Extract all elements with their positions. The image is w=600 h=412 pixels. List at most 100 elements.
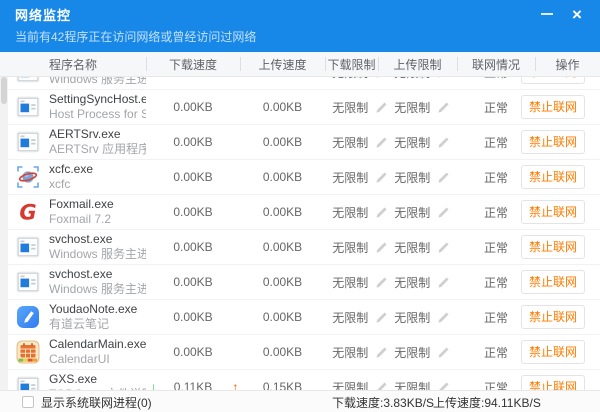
program-description: Host Process for Setti... xyxy=(49,107,146,122)
program-exe-name: AERTSrv.exe xyxy=(49,127,146,142)
program-description: Windows 服务主进程 xyxy=(49,282,146,297)
edit-upload-limit-icon[interactable] xyxy=(437,276,450,289)
edit-download-limit-icon[interactable] xyxy=(375,311,388,324)
block-network-dropdown[interactable] xyxy=(584,376,585,390)
block-network-dropdown[interactable] xyxy=(584,306,585,328)
download-speed-value: 0.00KB xyxy=(173,100,212,114)
status-banner: 当前有42程序正在访问网络或曾经访问过网络 xyxy=(0,28,600,52)
block-network-button[interactable]: 禁止联网 xyxy=(522,376,584,390)
header-download-limit: 下载限制 xyxy=(325,56,378,73)
svg-text:G: G xyxy=(19,201,36,225)
upload-limit-value: 无限制 xyxy=(394,169,430,186)
edit-download-limit-icon[interactable] xyxy=(375,206,388,219)
action-cell: 禁止联网 xyxy=(535,130,600,154)
block-network-button-group: 禁止联网 xyxy=(521,235,585,259)
upload-speed-cell: ↑ 0.00KB xyxy=(240,100,325,114)
download-speed-cell: ↓ 0.00KB xyxy=(146,345,240,359)
download-speed-value: 0.00KB xyxy=(173,205,212,219)
block-network-button-group: 禁止联网 xyxy=(521,305,585,329)
block-network-button[interactable]: 禁止联网 xyxy=(522,166,584,188)
block-network-dropdown[interactable] xyxy=(584,201,585,223)
block-network-dropdown[interactable] xyxy=(584,131,585,153)
table-row: SettingSyncHost.exe Host Process for Set… xyxy=(0,90,600,125)
edit-upload-limit-icon[interactable] xyxy=(437,136,450,149)
windows-service-icon xyxy=(16,375,40,390)
edit-upload-limit-icon[interactable] xyxy=(437,101,450,114)
show-system-processes-toggle[interactable]: 显示系统联网进程(0) xyxy=(22,391,152,412)
edit-download-limit-icon[interactable] xyxy=(375,241,388,254)
block-network-button[interactable]: 禁止联网 xyxy=(522,201,584,223)
upload-speed-value: 0.00KB xyxy=(263,170,302,184)
edit-upload-limit-icon[interactable] xyxy=(437,171,450,184)
windows-service-icon xyxy=(16,130,40,154)
edit-upload-limit-icon[interactable] xyxy=(437,346,450,359)
header-network-status: 联网情况 xyxy=(457,56,535,73)
upload-speed-value: 0.00KB xyxy=(263,205,302,219)
block-network-button-group: 禁止联网 xyxy=(521,77,585,84)
program-name-cell: svchost.exe Windows 服务主进程 xyxy=(0,77,146,87)
upload-limit-value: 无限制 xyxy=(394,239,430,256)
program-name-cell: AERTSrv.exe AERTSrv 应用程序 xyxy=(0,127,146,157)
action-cell: 禁止联网 xyxy=(535,375,600,390)
windows-service-icon xyxy=(16,270,40,294)
download-speed-value: 0.00KB xyxy=(173,135,212,149)
block-network-button[interactable]: 禁止联网 xyxy=(522,77,584,83)
xcfc-icon xyxy=(16,165,40,189)
upload-speed-cell: ↑ 0.00KB xyxy=(240,135,325,149)
block-network-dropdown[interactable] xyxy=(584,77,585,83)
block-network-button[interactable]: 禁止联网 xyxy=(522,96,584,118)
edit-download-limit-icon[interactable] xyxy=(375,136,388,149)
block-network-button[interactable]: 禁止联网 xyxy=(522,131,584,153)
download-limit-value: 无限制 xyxy=(332,77,368,81)
process-table-body: svchost.exe Windows 服务主进程 ↓ 0.00KB ↑ 0.0… xyxy=(0,77,600,390)
action-cell: 禁止联网 xyxy=(535,270,600,294)
block-network-button-group: 禁止联网 xyxy=(521,200,585,224)
download-limit-value: 无限制 xyxy=(332,309,368,326)
download-speed-cell: ↓ 0.00KB xyxy=(146,205,240,219)
total-upload-speed: 上传速度:94.11KB/S xyxy=(433,391,541,412)
block-network-button[interactable]: 禁止联网 xyxy=(522,236,584,258)
scrollbar-thumb[interactable] xyxy=(1,77,7,104)
edit-upload-limit-icon[interactable] xyxy=(437,241,450,254)
program-description: xcfc xyxy=(49,177,93,192)
close-button[interactable]: × xyxy=(562,0,592,28)
edit-download-limit-icon[interactable] xyxy=(375,276,388,289)
download-limit-value: 无限制 xyxy=(332,99,368,116)
block-network-dropdown[interactable] xyxy=(584,236,585,258)
block-network-button[interactable]: 禁止联网 xyxy=(522,306,584,328)
upload-speed-value: 0.00KB xyxy=(263,345,302,359)
block-network-dropdown[interactable] xyxy=(584,96,585,118)
edit-download-limit-icon[interactable] xyxy=(375,101,388,114)
header-download-speed: 下载速度 xyxy=(146,56,240,73)
edit-upload-limit-icon[interactable] xyxy=(437,311,450,324)
block-network-dropdown[interactable] xyxy=(584,271,585,293)
block-network-button[interactable]: 禁止联网 xyxy=(522,341,584,363)
action-cell: 禁止联网 xyxy=(535,200,600,224)
edit-upload-limit-icon[interactable] xyxy=(437,381,450,391)
edit-download-limit-icon[interactable] xyxy=(375,77,388,79)
block-network-dropdown[interactable] xyxy=(584,341,585,363)
checkbox-icon[interactable] xyxy=(22,396,34,408)
edit-download-limit-icon[interactable] xyxy=(375,171,388,184)
upload-speed-cell: ↑ 0.00KB xyxy=(240,240,325,254)
block-network-button[interactable]: 禁止联网 xyxy=(522,271,584,293)
header-action: 操作 xyxy=(535,56,600,73)
vertical-scrollbar[interactable] xyxy=(0,77,8,390)
upload-speed-cell: ↑ 0.15KB xyxy=(240,380,325,390)
edit-download-limit-icon[interactable] xyxy=(375,346,388,359)
table-row: svchost.exe Windows 服务主进程 ↓ 0.00KB ↑ 0.0… xyxy=(0,77,600,90)
program-exe-name: xcfc.exe xyxy=(49,162,93,177)
edit-download-limit-icon[interactable] xyxy=(375,381,388,391)
download-limit-value: 无限制 xyxy=(332,204,368,221)
minimize-button[interactable] xyxy=(532,0,562,28)
download-speed-value: 0.00KB xyxy=(173,170,212,184)
limits-cell: 无限制 无限制 xyxy=(325,99,457,116)
program-name-cell: YoudaoNote.exe 有道云笔记 xyxy=(0,302,146,332)
edit-upload-limit-icon[interactable] xyxy=(437,206,450,219)
windows-service-icon xyxy=(16,235,40,259)
table-row: svchost.exe Windows 服务主进程 ↓ 0.00KB ↑ 0.0… xyxy=(0,265,600,300)
block-network-dropdown[interactable] xyxy=(584,166,585,188)
limits-cell: 无限制 无限制 xyxy=(325,274,457,291)
limits-cell: 无限制 无限制 xyxy=(325,344,457,361)
edit-upload-limit-icon[interactable] xyxy=(437,77,450,79)
